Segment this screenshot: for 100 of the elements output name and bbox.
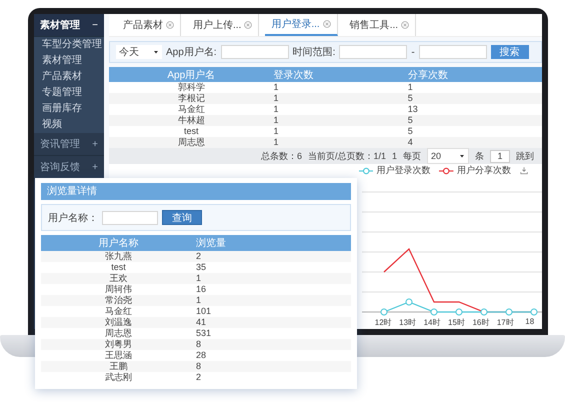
table-cell-text: 2 <box>196 372 202 383</box>
sidebar-item[interactable]: 视频 <box>34 117 104 133</box>
per-page-dropdown[interactable]: 20 <box>427 148 469 164</box>
dropdown-icon <box>153 49 159 55</box>
close-icon[interactable] <box>244 21 252 29</box>
table-cell-text: 16 <box>196 284 208 295</box>
table-cell-text: 周志恩 <box>176 137 206 148</box>
data-point <box>430 308 438 316</box>
tab[interactable]: 用户登录... <box>265 14 338 36</box>
table-cell-text: 周志恩 <box>104 328 133 339</box>
table-cell-text: 王欢 <box>108 273 128 284</box>
input-field[interactable] <box>220 45 289 59</box>
table-cell-text: 5 <box>408 93 414 104</box>
table-cell-text: 李根记 <box>176 93 206 104</box>
column-header: 用户名称 <box>98 236 140 250</box>
table-cell-text: 1 <box>274 82 280 93</box>
table-cell-text: 28 <box>196 350 208 361</box>
column-header: 浏览量 <box>196 236 227 250</box>
axis-label: 14时 <box>422 317 442 329</box>
jump-link[interactable]: 跳到 <box>516 150 534 162</box>
field-label: 用户名称： <box>48 212 98 224</box>
table-cell-text: 35 <box>196 262 208 273</box>
axis-label: 17时 <box>496 317 515 329</box>
axis-label: 16时 <box>471 317 490 329</box>
legend-label[interactable]: 用户登录次数 <box>376 164 430 177</box>
table-cell-text: 101 <box>196 306 212 317</box>
table-cell-text: test <box>110 262 127 273</box>
table-cell-text: 1 <box>196 295 202 306</box>
data-point <box>406 298 412 306</box>
page-info: 当前页/总页数：1/1 <box>308 150 386 162</box>
column-header: 登录次数 <box>274 68 315 82</box>
table-cell-text: 1 <box>196 273 202 284</box>
dropdown-icon <box>459 153 465 159</box>
table-cell-text: 王思涵 <box>104 350 133 361</box>
table-cell-text: 武志刚 <box>104 372 133 383</box>
table-cell-text: 1 <box>274 104 280 115</box>
table-cell-text: 1 <box>408 82 414 93</box>
range-separator: - <box>411 46 415 58</box>
close-icon[interactable] <box>401 21 410 29</box>
query-button[interactable]: 查询 <box>162 210 202 225</box>
table-cell-text: 常治尧 <box>104 295 133 306</box>
table-cell-text: 4 <box>408 137 414 148</box>
sidebar-item[interactable]: 产品素材 <box>34 69 104 85</box>
period-dropdown[interactable]: 今天 <box>116 45 162 59</box>
table-cell-text: 刘温逸 <box>104 317 133 328</box>
close-icon[interactable] <box>322 20 331 28</box>
data-point <box>380 308 388 316</box>
table-cell-text: 牛林超 <box>176 115 206 126</box>
table-cell-text: 5 <box>408 115 414 126</box>
table-cell-text: 531 <box>196 328 212 339</box>
data-point <box>456 308 462 316</box>
table-cell-text: 马金红 <box>176 104 206 115</box>
sidebar-item[interactable]: 画册库存 <box>34 101 104 117</box>
unit-label: 条 <box>475 150 484 162</box>
axis-label: 15时 <box>447 317 466 329</box>
column-header: 分享次数 <box>408 68 449 82</box>
per-page-label: 每页 <box>403 150 421 162</box>
table-cell-text: 王鹏 <box>108 361 128 372</box>
tab[interactable]: 销售工具... <box>344 14 416 36</box>
table-cell-text: 刘粤男 <box>104 339 133 350</box>
column-header: App用户名 <box>166 68 216 82</box>
popup-title: 浏览量详情 <box>41 183 351 200</box>
table-cell-text: 5 <box>408 126 414 137</box>
table-cell-text: 1 <box>274 137 280 148</box>
input-field[interactable] <box>418 45 487 59</box>
legend-label[interactable]: 用户分享次数 <box>456 164 511 177</box>
field-label: App用户名: <box>166 46 217 59</box>
input-field[interactable] <box>339 45 408 59</box>
table-cell-text: 41 <box>196 317 208 328</box>
sidebar-item[interactable]: 专题管理 <box>34 85 104 101</box>
tab[interactable]: 用户上传... <box>187 14 260 36</box>
field-label: 时间范围: <box>292 46 336 59</box>
total-count: 总条数：6 <box>260 150 302 162</box>
table-cell-text: 郭科学 <box>176 82 206 93</box>
sidebar-item[interactable]: 车型分类管理 <box>34 37 104 53</box>
axis-label: 13时 <box>398 317 418 329</box>
table-cell-text: 13 <box>408 104 419 115</box>
tab[interactable]: 产品素材 <box>117 14 181 36</box>
axis-label: 12时 <box>374 317 393 329</box>
data-point <box>530 308 538 316</box>
input-field[interactable] <box>102 210 158 224</box>
sidebar-group-header[interactable]: 素材管理 − <box>34 14 104 37</box>
table-cell-text: 8 <box>196 361 202 372</box>
data-point <box>506 308 512 316</box>
sidebar-item[interactable]: 素材管理 <box>34 53 104 69</box>
table-cell-text: test <box>183 126 200 137</box>
close-icon[interactable] <box>166 21 174 29</box>
table-cell-text: 2 <box>196 251 202 262</box>
data-point <box>480 308 488 316</box>
download-icon[interactable] <box>520 166 528 175</box>
page-input[interactable]: 1 <box>490 150 510 162</box>
table-cell-text: 1 <box>274 126 280 137</box>
axis-label: 18 <box>524 317 536 328</box>
table-cell-text: 马金红 <box>104 306 133 317</box>
table-cell-text: 张九燕 <box>104 251 133 262</box>
table-cell-text: 8 <box>196 339 202 350</box>
table-cell-text: 1 <box>274 115 280 126</box>
page-link[interactable]: 1 <box>392 151 397 161</box>
table-cell-text: 周轲伟 <box>104 284 133 295</box>
table-cell-text: 1 <box>274 93 280 104</box>
